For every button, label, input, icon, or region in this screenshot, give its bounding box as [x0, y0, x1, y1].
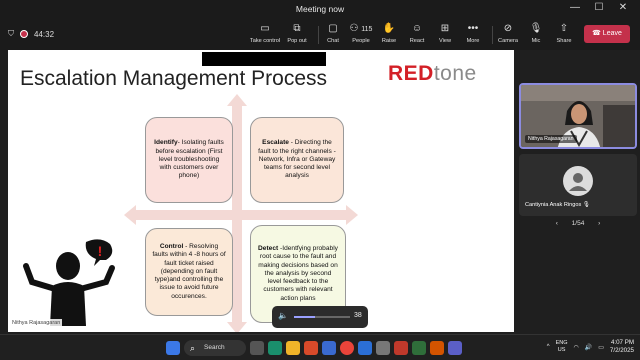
- shared-slide: Escalation Management Process REDtone Id…: [8, 50, 514, 332]
- svg-text:!: !: [98, 243, 103, 259]
- participant-video-tile[interactable]: Nithya Rajasagaran: [519, 83, 637, 149]
- language-indicator[interactable]: ENG US: [556, 340, 568, 354]
- volume-icon[interactable]: 🔊: [585, 344, 592, 351]
- region-code: US: [557, 347, 566, 353]
- arrow-down-icon: [227, 322, 247, 332]
- close-window-button[interactable]: ✕: [614, 2, 632, 13]
- quadrant-control: Control - Resolving faults within 4 -8 h…: [145, 228, 233, 316]
- take-control-label: Take control: [249, 38, 281, 44]
- prev-page-button[interactable]: ‹: [556, 220, 558, 227]
- chevron-up-icon[interactable]: ^: [547, 344, 550, 350]
- participant-name: Nithya Rajasagaran: [525, 135, 577, 143]
- clock-date: 7/2/2025: [609, 347, 634, 354]
- recording-icon: [20, 30, 28, 38]
- windows-start-icon[interactable]: [166, 341, 180, 355]
- mic-muted-icon: 🎙: [582, 202, 590, 208]
- share-label: Share: [556, 38, 572, 44]
- quadrant-escalate: Escalate - Directing the fault to the ri…: [250, 117, 344, 203]
- pop-out-button[interactable]: ⧉ Pop out: [280, 22, 314, 44]
- maximize-button[interactable]: ☐: [590, 2, 608, 13]
- task-view-icon[interactable]: [250, 341, 264, 355]
- speaker-icon[interactable]: 🔈: [278, 311, 288, 320]
- language-code: ENG: [555, 340, 568, 346]
- battery-icon[interactable]: ▭: [598, 344, 604, 351]
- logo-red-text: RED: [388, 62, 434, 85]
- quadrant-heading: Escalate: [262, 139, 289, 147]
- arrow-left-icon: [124, 205, 136, 225]
- app-icon[interactable]: [322, 341, 336, 355]
- volume-control[interactable]: 🔈 38: [272, 306, 368, 328]
- participant-avatar-tile[interactable]: Cantiynia Anak Ringos 🎙: [519, 154, 637, 216]
- quadrant-identify: Identify- Isolating faults before escala…: [145, 117, 233, 203]
- redaction-bar: [202, 52, 326, 66]
- app-icon[interactable]: [430, 341, 444, 355]
- quadrant-text: -Identfying probably root cause to the f…: [258, 245, 338, 302]
- clock-time: 4:07 PM: [610, 339, 634, 346]
- title-bar: Meeting now — ☐ ✕: [0, 0, 640, 20]
- window-title: Meeting now: [295, 4, 345, 14]
- quadrant-text: - Resolving faults within 4 -8 hours of …: [152, 243, 226, 300]
- participant-pager: ‹ 1/54 ›: [519, 220, 637, 227]
- volume-value: 38: [354, 312, 362, 319]
- volume-fill: [294, 316, 316, 318]
- next-page-button[interactable]: ›: [598, 220, 600, 227]
- taskbar: Search ^ ENG US ◠ 🔊 ▭ 4:07 PM 7/2/2025: [0, 334, 640, 360]
- participant-name: Cantiynia Anak Ringos 🎙: [525, 202, 590, 208]
- arrow-up-icon: [227, 94, 247, 106]
- teams-icon[interactable]: [448, 341, 462, 355]
- app-icon[interactable]: [394, 341, 408, 355]
- page-indicator: 1/54: [571, 220, 585, 227]
- volume-slider[interactable]: [294, 316, 350, 318]
- app-icon[interactable]: [412, 341, 426, 355]
- meeting-timer: 44:32: [34, 29, 55, 39]
- app-icon[interactable]: [304, 341, 318, 355]
- chrome-icon[interactable]: [340, 341, 354, 355]
- system-tray: ^ ENG US ◠ 🔊 ▭ 4:07 PM 7/2/2025: [547, 339, 634, 355]
- leave-button[interactable]: ☎ Leave: [584, 25, 630, 43]
- app-icon[interactable]: [268, 341, 282, 355]
- more-button[interactable]: ••• More: [456, 22, 490, 44]
- clock[interactable]: 4:07 PM 7/2/2025: [610, 339, 634, 355]
- people-count: 115: [361, 26, 373, 33]
- file-explorer-icon[interactable]: [286, 341, 300, 355]
- person-icon: [569, 173, 587, 191]
- meeting-toolbar: ⛉ 44:32 ▭ Take control ⧉ Pop out ▢ Chat …: [0, 20, 640, 50]
- share-icon: ⇧: [559, 23, 569, 34]
- pop-out-icon: ⧉: [293, 23, 301, 34]
- take-control-icon: ▭: [260, 23, 270, 34]
- quadrant-heading: Detect: [258, 245, 279, 253]
- vertical-axis-arrow: [232, 102, 242, 326]
- more-label: More: [466, 38, 480, 44]
- wifi-icon[interactable]: ◠: [574, 344, 579, 351]
- quadrant-heading: Control: [159, 243, 184, 251]
- arrow-right-icon: [346, 205, 358, 225]
- minimize-button[interactable]: —: [566, 2, 584, 13]
- shield-icon[interactable]: ⛉: [8, 29, 14, 39]
- quadrant-heading: Identify: [154, 139, 178, 147]
- confused-person-icon: !: [23, 239, 115, 326]
- app-icon[interactable]: [376, 341, 390, 355]
- taskbar-search[interactable]: Search: [184, 340, 246, 356]
- share-button[interactable]: ⇧ Share: [547, 22, 581, 44]
- presenter-name-tag: Nithya Rajasagaran: [10, 319, 63, 327]
- take-control-button[interactable]: ▭ Take control: [248, 22, 282, 44]
- outlook-icon[interactable]: [358, 341, 372, 355]
- more-icon: •••: [467, 23, 479, 34]
- logo-gray-text: tone: [433, 62, 477, 85]
- redtone-logo: REDtone: [388, 62, 477, 86]
- leave-label: Leave: [602, 30, 622, 37]
- phone-icon: ☎: [592, 30, 601, 37]
- pop-out-label: Pop out: [287, 38, 307, 44]
- slide-title: Escalation Management Process: [20, 67, 327, 90]
- avatar: [563, 166, 593, 196]
